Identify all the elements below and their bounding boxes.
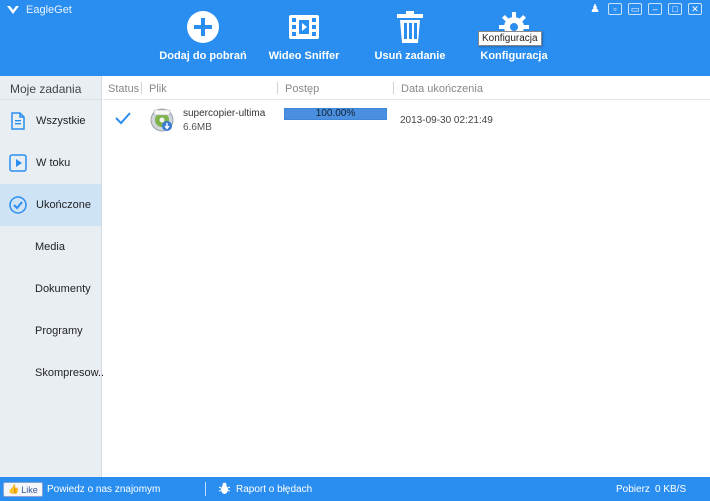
- sidebar-item-compressed[interactable]: Skompresow...: [0, 352, 107, 394]
- download-list: Status Plik Postęp Data ukończenia super…: [103, 76, 710, 477]
- sidebar-item-in-progress[interactable]: W toku: [0, 142, 101, 184]
- sidebar-item-label: Ukończone: [36, 199, 92, 211]
- minimize-to-tray-icon[interactable]: ▫: [608, 3, 622, 15]
- sidebar-item-label: Skompresow...: [35, 367, 108, 379]
- shirt-icon[interactable]: ♟: [588, 3, 602, 15]
- document-icon: [11, 112, 25, 130]
- column-header-row: Status Plik Postęp Data ukończenia: [103, 76, 710, 100]
- table-row[interactable]: supercopier-ultima 6.6MB 100.00% 2013-09…: [103, 101, 710, 139]
- sidebar-item-documents[interactable]: Dokumenty: [0, 268, 101, 310]
- title-toolbar: EagleGet ♟ ▫ ▭ – □ ✕ Dodaj do pobrań Wid: [0, 0, 710, 76]
- status-bar: 👍 Like Powiedz o nas znajomym Raport o b…: [0, 477, 710, 501]
- sidebar-item-all[interactable]: Wszystkie: [0, 100, 101, 142]
- minimize-icon[interactable]: –: [648, 3, 662, 15]
- app-title-text: EagleGet: [26, 4, 72, 16]
- sidebar-title: Moje zadania: [0, 76, 101, 100]
- download-speed-label: Pobierz: [616, 484, 650, 495]
- maximize-icon[interactable]: □: [668, 3, 682, 15]
- sidebar-item-label: W toku: [36, 157, 71, 169]
- add-download-button[interactable]: Dodaj do pobrań: [153, 8, 253, 62]
- eagle-logo-icon: [7, 6, 19, 14]
- file-size: 6.6MB: [183, 122, 212, 133]
- play-icon: [9, 154, 27, 172]
- sidebar-item-programs[interactable]: Programy: [0, 310, 101, 352]
- delete-task-label: Usuń zadanie: [374, 50, 446, 62]
- column-header-progress[interactable]: Postęp: [285, 83, 319, 95]
- bug-icon: [218, 482, 231, 494]
- sidebar-item-media[interactable]: Media: [0, 226, 101, 268]
- column-divider[interactable]: [393, 82, 394, 94]
- progress-bar: 100.00%: [284, 108, 387, 120]
- completion-date: 2013-09-30 02:21:49: [400, 115, 493, 126]
- sidebar-item-label: Media: [35, 241, 65, 253]
- check-icon: [115, 112, 131, 125]
- close-icon[interactable]: ✕: [688, 3, 702, 15]
- bug-report-link[interactable]: Raport o błędach: [236, 484, 312, 495]
- restore-icon[interactable]: ▭: [628, 3, 642, 15]
- configuration-label: Konfiguracja: [480, 50, 548, 62]
- column-divider[interactable]: [277, 82, 278, 94]
- plus-circle-icon: [187, 11, 219, 43]
- configuration-tooltip: Konfiguracja: [478, 31, 542, 46]
- sidebar: Moje zadania Wszystkie W toku Ukończone …: [0, 76, 107, 477]
- share-link[interactable]: Powiedz o nas znajomym: [47, 484, 160, 495]
- add-download-label: Dodaj do pobrań: [159, 50, 247, 62]
- column-header-file[interactable]: Plik: [149, 83, 167, 95]
- check-circle-icon: [9, 196, 27, 214]
- sidebar-item-completed[interactable]: Ukończone: [0, 184, 101, 226]
- installer-file-icon: [150, 108, 174, 132]
- like-label: Like: [21, 484, 38, 495]
- download-speed-value: 0 KB/S: [655, 484, 687, 495]
- column-header-status[interactable]: Status: [108, 83, 139, 95]
- facebook-like-button[interactable]: 👍 Like: [3, 482, 43, 497]
- thumbs-up-icon: 👍: [8, 484, 20, 494]
- app-title: EagleGet: [6, 4, 72, 16]
- sidebar-item-label: Wszystkie: [36, 115, 86, 127]
- column-divider[interactable]: [141, 82, 142, 94]
- video-sniffer-label: Wideo Sniffer: [268, 50, 340, 62]
- column-header-date[interactable]: Data ukończenia: [401, 83, 483, 95]
- video-sniffer-button[interactable]: Wideo Sniffer: [254, 8, 354, 62]
- sidebar-item-label: Dokumenty: [35, 283, 91, 295]
- sidebar-item-label: Programy: [35, 325, 83, 337]
- film-icon: [289, 15, 319, 39]
- delete-task-button[interactable]: Usuń zadanie: [360, 8, 460, 62]
- trash-icon: [397, 11, 423, 43]
- progress-text: 100.00%: [315, 108, 356, 119]
- status-divider: [205, 482, 206, 496]
- window-controls: ♟ ▫ ▭ – □ ✕: [588, 3, 702, 15]
- file-name: supercopier-ultima: [183, 108, 266, 119]
